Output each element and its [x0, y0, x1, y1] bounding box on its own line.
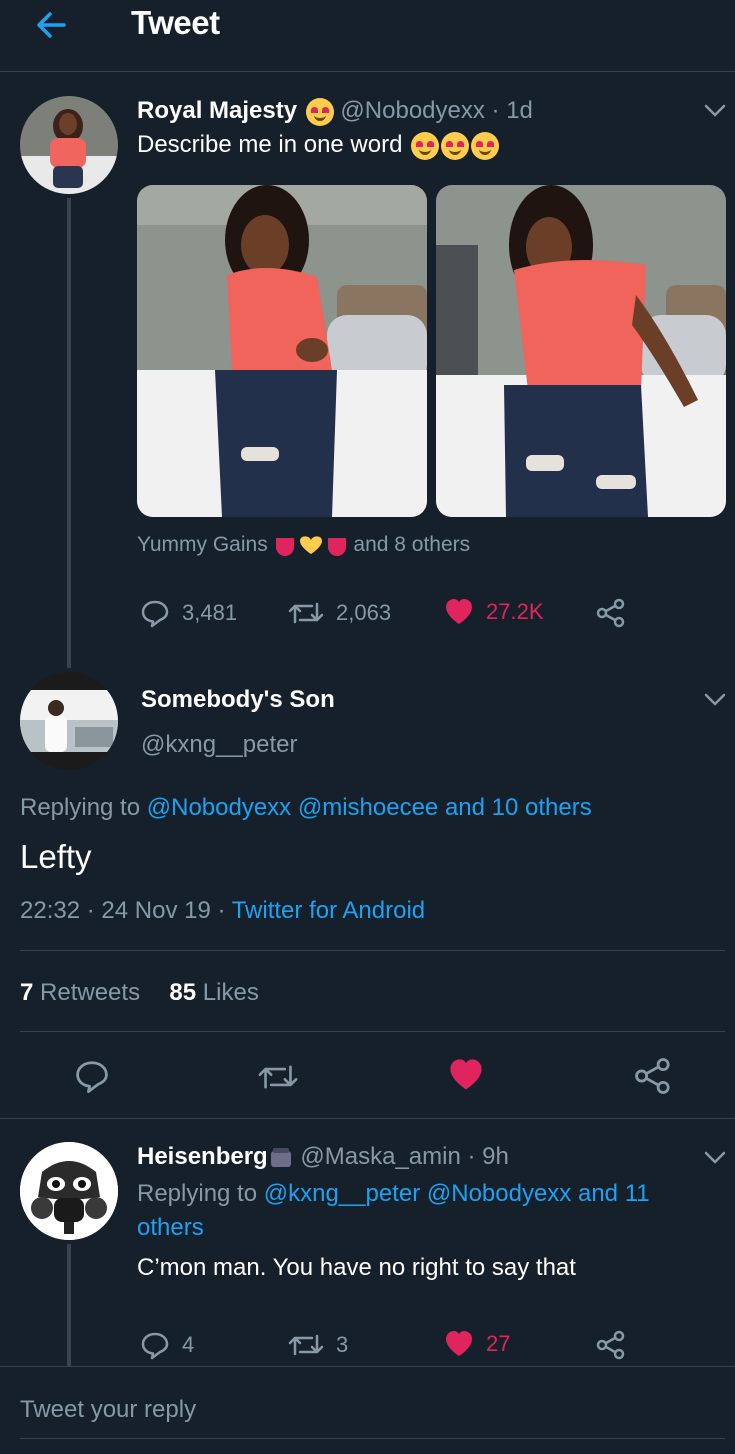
retweet-count: 3	[336, 1332, 349, 1357]
top-bar: Tweet	[0, 0, 735, 72]
page-title: Tweet	[131, 4, 220, 41]
likes-stat[interactable]: 85 Likes	[169, 979, 258, 1006]
avatar-royal-majesty[interactable]	[20, 96, 118, 194]
replying-to-line: Replying to @Nobodyexx @mishoecee and 10…	[20, 794, 592, 822]
client-source[interactable]: Twitter for Android	[232, 897, 425, 924]
divider	[20, 1031, 725, 1032]
reply-count: 4	[182, 1332, 195, 1357]
liked-by-others: and 8 others	[353, 533, 471, 556]
emoji-reactions-icon	[275, 536, 346, 557]
chevron-down-icon[interactable]	[704, 104, 726, 118]
like-count: 27.2K	[486, 599, 544, 624]
retweet-icon	[288, 1334, 324, 1356]
tweet-text: Describe me in one word	[137, 131, 403, 158]
reply-icon	[141, 600, 169, 628]
replying-to-users[interactable]: @kxng__peter @Nobodyexx and 11	[264, 1180, 650, 1207]
like-button[interactable]: 27.2K	[444, 598, 544, 626]
handle[interactable]: @kxng__peter	[141, 731, 297, 759]
share-icon	[596, 598, 625, 628]
tweet-photo-1[interactable]	[137, 185, 427, 517]
social-context[interactable]: Yummy Gains and 8 others	[137, 533, 470, 557]
share-icon[interactable]	[634, 1057, 672, 1095]
heart-eyes-emoji-icon	[441, 131, 470, 160]
smiling-hearts-emoji-icon	[471, 131, 500, 160]
reply-icon	[141, 1332, 169, 1360]
reply-date: 24 Nov 19	[101, 897, 211, 924]
cup-emoji-icon	[270, 1147, 291, 1167]
tweet-age: · 1d	[491, 97, 533, 124]
chevron-down-icon[interactable]	[704, 1151, 726, 1165]
tweet-text-line: Describe me in one word	[137, 131, 500, 160]
heart-icon	[446, 1331, 472, 1356]
replying-to-others[interactable]: others	[137, 1214, 204, 1242]
like-button[interactable]: 27	[444, 1330, 510, 1358]
reply-button[interactable]: 4	[140, 1330, 194, 1360]
reply-count: 3,481	[182, 600, 238, 625]
retweet-icon	[288, 602, 324, 624]
display-name[interactable]: Somebody's Son	[141, 686, 335, 714]
tweet-photo-2[interactable]	[436, 185, 726, 517]
replying-to-label: Replying to	[137, 1180, 258, 1207]
divider	[20, 950, 725, 951]
reply-text: Lefty	[20, 838, 92, 875]
smiling-hearts-emoji-icon	[411, 131, 440, 160]
heart-icon	[446, 599, 472, 624]
avatar-heisenberg[interactable]	[20, 1142, 118, 1240]
retweet-count: 2,063	[336, 600, 392, 625]
reply-icon[interactable]	[74, 1058, 110, 1094]
tweet-header: Royal Majesty @Nobodyexx · 1d	[137, 97, 533, 126]
replying-to-label: Replying to	[20, 794, 141, 821]
divider	[0, 1118, 735, 1119]
composer-underline	[20, 1438, 725, 1439]
reply-composer[interactable]: Tweet your reply	[20, 1396, 196, 1424]
thread-line	[67, 198, 71, 668]
avatar-somebodys-son[interactable]	[20, 672, 118, 770]
like-count: 27	[486, 1331, 511, 1356]
timestamp-line: 22:32 · 24 Nov 19 · Twitter for Android	[20, 897, 426, 924]
display-name[interactable]: Heisenberg	[137, 1143, 268, 1170]
heart-icon[interactable]	[448, 1058, 484, 1092]
reply-button[interactable]: 3,481	[140, 598, 237, 628]
engagement-stats: 7 Retweets 85 Likes	[20, 979, 259, 1007]
tweet-header: Heisenberg @Maska_amin · 9h	[137, 1143, 509, 1171]
display-name[interactable]: Royal Majesty	[137, 97, 297, 124]
share-button[interactable]	[596, 1330, 638, 1360]
handle[interactable]: @Nobodyexx	[340, 97, 484, 124]
handle[interactable]: @Maska_amin	[300, 1143, 460, 1170]
share-button[interactable]	[596, 598, 638, 628]
retweet-button[interactable]: 2,063	[288, 598, 391, 628]
tweet-age: · 9h	[467, 1143, 509, 1170]
thread-line	[67, 1244, 71, 1366]
share-icon	[596, 1330, 625, 1360]
reply-time: 22:32	[20, 897, 81, 924]
replying-to-users[interactable]: @Nobodyexx @mishoecee and 10 others	[147, 794, 592, 821]
chevron-down-icon[interactable]	[704, 693, 726, 707]
reply-text: C’mon man. You have no right to say that	[137, 1254, 576, 1281]
retweets-stat[interactable]: 7 Retweets	[20, 979, 140, 1006]
back-arrow-icon[interactable]	[34, 8, 68, 42]
liked-by-name: Yummy Gains	[137, 533, 268, 556]
retweet-button[interactable]: 3	[288, 1330, 348, 1360]
crown-emoji-icon	[305, 97, 334, 126]
replying-to-line: Replying to @kxng__peter @Nobodyexx and …	[137, 1180, 650, 1208]
divider	[0, 1366, 735, 1367]
retweet-icon[interactable]	[257, 1060, 299, 1094]
